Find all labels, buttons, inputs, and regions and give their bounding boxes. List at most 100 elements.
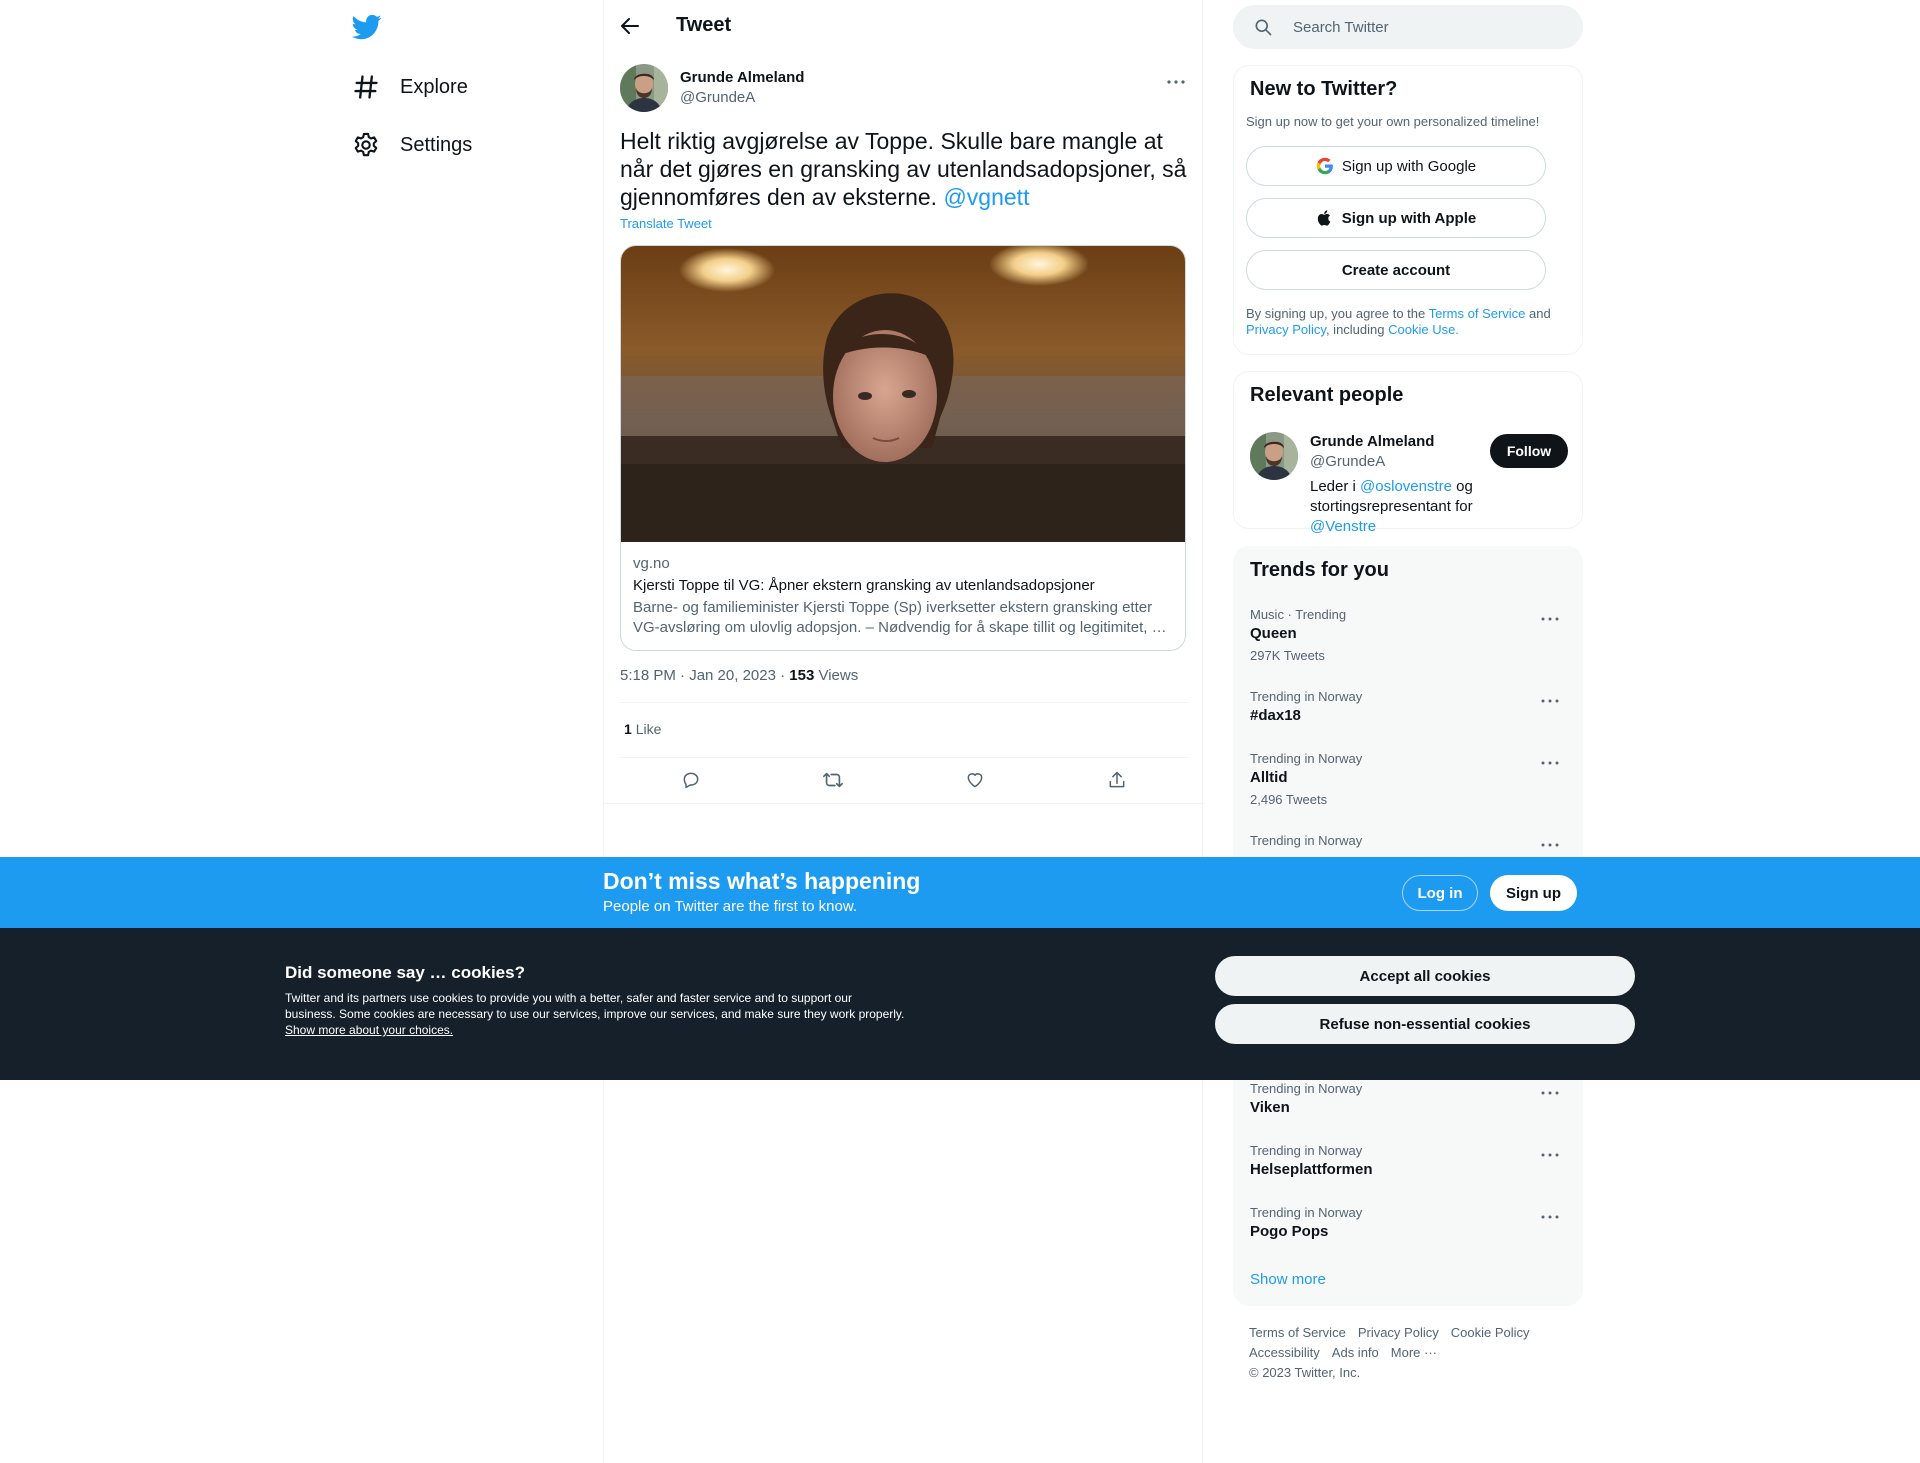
card-description: Barne- og familieminister Kjersti Toppe … (633, 599, 1167, 636)
reply-icon[interactable] (671, 760, 711, 800)
footer-link-privacy[interactable]: Privacy Policy (1358, 1325, 1439, 1340)
signup-google-button[interactable]: Sign up with Google (1246, 146, 1546, 186)
trend-meta: Trending in Norway (1250, 1143, 1363, 1158)
page-title: Tweet (676, 14, 732, 36)
person-bio: Leder i @oslovenstre og stortingsreprese… (1310, 477, 1510, 537)
tweet-actions (620, 760, 1188, 800)
footer: Terms of Service Privacy Policy Cookie Pol… (1249, 1323, 1569, 1383)
tweet-body: Helt riktig avgjørelse av Toppe. Skulle … (620, 128, 1187, 210)
divider (604, 803, 1204, 804)
refuse-cookies-button[interactable]: Refuse non-essential cookies (1215, 1004, 1635, 1044)
tweet-timestamp: 5:18 PM · Jan 20, 2023 · 153 Views (620, 667, 858, 684)
views-count: 153 (789, 667, 815, 684)
banner-title: Don’t miss what’s happening (603, 868, 921, 894)
share-icon[interactable] (1097, 760, 1137, 800)
footer-link-cookie-policy[interactable]: Cookie Policy (1451, 1325, 1530, 1340)
signup-google-label: Sign up with Google (1341, 157, 1477, 175)
follow-button[interactable]: Follow (1490, 434, 1568, 468)
trend-name: Queen (1250, 625, 1297, 642)
trend-name: Viken (1250, 1099, 1290, 1116)
author-handle[interactable]: @GrundeA (680, 89, 755, 106)
nav-item-explore[interactable]: Explore (352, 69, 468, 105)
search-icon (1253, 17, 1273, 37)
more-options-icon[interactable] (1538, 1205, 1562, 1229)
signup-subtitle: Sign up now to get your own personalized… (1246, 114, 1540, 129)
trend-meta: Trending in Norway (1250, 751, 1363, 766)
likes-count-link[interactable]: 1 Like (624, 721, 661, 737)
avatar[interactable] (1250, 432, 1298, 480)
trends-title: Trends for you (1250, 559, 1389, 581)
footer-link-ads-info[interactable]: Ads info (1332, 1345, 1379, 1360)
trend-name: #dax18 (1250, 707, 1301, 724)
bio-mention-link[interactable]: @oslovenstre (1360, 478, 1452, 495)
card-meta: vg.no Kjersti Toppe til VG: Åpner ekster… (633, 554, 1175, 638)
trend-meta: Trending in Norway (1250, 1081, 1363, 1096)
cookie-text: Twitter and its partners use cookies to … (285, 990, 905, 1038)
avatar[interactable] (620, 64, 668, 112)
create-account-label: Create account (1341, 261, 1451, 279)
more-options-icon[interactable] (1538, 1081, 1562, 1105)
more-options-icon[interactable] (1538, 751, 1562, 775)
trend-count: 297K Tweets (1250, 648, 1325, 663)
nav-item-label: Explore (400, 75, 468, 98)
footer-links-row: Accessibility Ads info More ··· (1249, 1343, 1569, 1363)
trend-meta: Trending in Norway (1250, 833, 1363, 848)
divider (620, 757, 1188, 758)
more-options-icon[interactable] (1538, 689, 1562, 713)
back-arrow-icon[interactable] (618, 14, 642, 38)
trend-name: Helseplattformen (1250, 1161, 1373, 1178)
cookie-choices-link[interactable]: Show more about your choices. (285, 1023, 453, 1037)
more-options-icon[interactable] (1538, 607, 1562, 631)
divider (620, 702, 1188, 703)
legal-text: By signing up, you agree to the (1246, 306, 1429, 321)
likes-label: Like (635, 721, 662, 737)
twitter-logo-icon[interactable] (352, 12, 382, 42)
create-account-button[interactable]: Create account (1246, 250, 1546, 290)
bio-text: Leder i (1310, 478, 1361, 495)
card-title: Kjersti Toppe til VG: Åpner ekstern gran… (633, 577, 1095, 594)
signup-apple-label: Sign up with Apple (1341, 209, 1477, 227)
cookie-title: Did someone say … cookies? (285, 963, 525, 982)
footer-link-terms[interactable]: Terms of Service (1249, 1325, 1346, 1340)
views-label: Views (818, 667, 859, 684)
more-options-icon[interactable] (1538, 1143, 1562, 1167)
person-handle[interactable]: @GrundeA (1310, 453, 1385, 470)
footer-links-row: Terms of Service Privacy Policy Cookie Pol… (1249, 1323, 1569, 1343)
signup-panel: New to Twitter? Sign up now to get your … (1233, 65, 1583, 355)
signup-title: New to Twitter? (1250, 78, 1398, 100)
more-options-icon[interactable] (1164, 70, 1188, 94)
main-header: Tweet (604, 0, 1204, 53)
tweet-author: Grunde Almeland @GrundeA (620, 64, 1188, 114)
search-input[interactable] (1293, 18, 1553, 36)
login-button[interactable]: Log in (1402, 875, 1478, 911)
more-options-icon[interactable] (1538, 833, 1562, 857)
show-more-link[interactable]: Show more (1250, 1271, 1326, 1288)
retweet-icon[interactable] (813, 760, 853, 800)
trend-name: Alltid (1250, 769, 1288, 786)
author-name[interactable]: Grunde Almeland (680, 69, 804, 86)
terms-of-service-link[interactable]: Terms of Service (1429, 306, 1526, 321)
apple-logo-icon (1316, 209, 1334, 227)
nav-item-settings[interactable]: Settings (352, 127, 472, 163)
tweet-mention-link[interactable]: @vgnett (943, 184, 1029, 210)
cookie-body: Twitter and its partners use cookies to … (285, 991, 905, 1021)
link-card[interactable]: vg.no Kjersti Toppe til VG: Åpner ekster… (620, 245, 1186, 651)
signup-button[interactable]: Sign up (1490, 875, 1577, 911)
person-name[interactable]: Grunde Almeland (1310, 433, 1434, 450)
cookie-use-link[interactable]: Cookie Use. (1388, 322, 1459, 337)
footer-link-more[interactable]: More ··· (1391, 1345, 1437, 1360)
privacy-policy-link[interactable]: Privacy Policy (1246, 322, 1326, 337)
accept-all-cookies-button[interactable]: Accept all cookies (1215, 956, 1635, 996)
footer-link-accessibility[interactable]: Accessibility (1249, 1345, 1320, 1360)
search-bar[interactable] (1233, 5, 1583, 49)
main-column: Tweet Grunde Almeland @GrundeA Helt rikt… (603, 0, 1204, 1463)
trend-name: Pogo Pops (1250, 1223, 1329, 1240)
relevant-people-title: Relevant people (1250, 384, 1404, 406)
translate-tweet-link[interactable]: Translate Tweet (620, 216, 712, 231)
like-heart-icon[interactable] (955, 760, 995, 800)
timestamp-text[interactable]: 5:18 PM · Jan 20, 2023 · (620, 667, 789, 684)
signup-apple-button[interactable]: Sign up with Apple (1246, 198, 1546, 238)
bio-mention-link[interactable]: @Venstre (1310, 518, 1376, 535)
trend-meta: Trending in Norway (1250, 1205, 1363, 1220)
trend-count: 2,496 Tweets (1250, 792, 1328, 807)
